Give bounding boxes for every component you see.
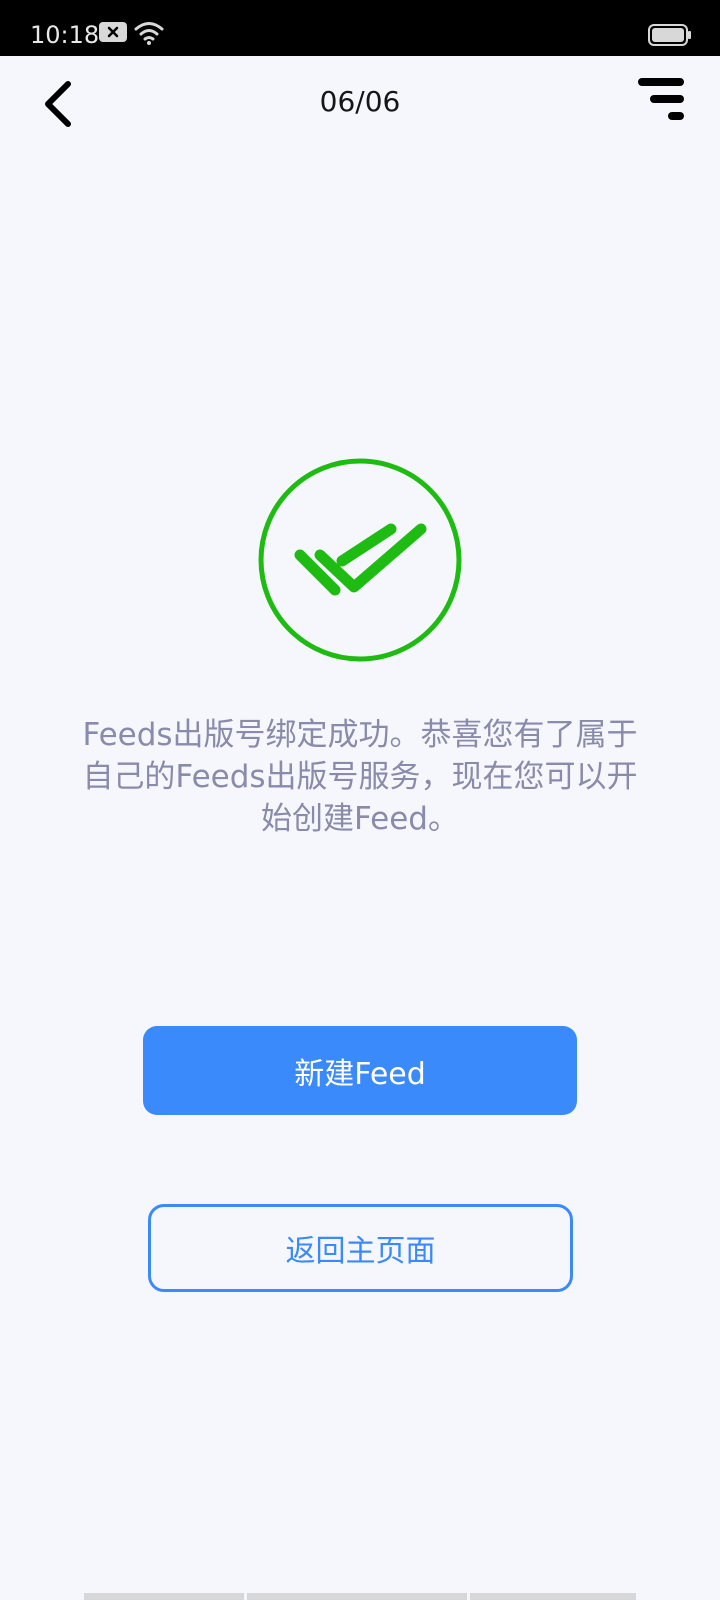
double-check-circle-icon xyxy=(257,457,463,663)
battery-icon xyxy=(648,24,692,50)
new-feed-button[interactable]: 新建Feed xyxy=(143,1026,577,1115)
status-bar: 10:18 xyxy=(0,0,720,56)
nav-segment xyxy=(247,1593,467,1600)
page-title: 06/06 xyxy=(319,85,401,118)
back-to-home-button[interactable]: 返回主页面 xyxy=(148,1204,573,1292)
bottom-nav-segments xyxy=(84,1593,636,1600)
notification-x-icon xyxy=(99,22,127,46)
chevron-left-icon xyxy=(45,81,71,127)
status-time: 10:18 xyxy=(30,21,100,49)
app-header: 06/06 xyxy=(0,56,720,152)
back-button[interactable] xyxy=(30,78,90,138)
wifi-icon xyxy=(134,20,164,50)
menu-button[interactable] xyxy=(628,78,688,138)
menu-lines-icon xyxy=(638,78,684,120)
success-message: Feeds出版号绑定成功。恭喜您有了属于自己的Feeds出版号服务，现在您可以开… xyxy=(82,717,638,837)
nav-segment xyxy=(470,1593,636,1600)
nav-segment xyxy=(84,1593,244,1600)
